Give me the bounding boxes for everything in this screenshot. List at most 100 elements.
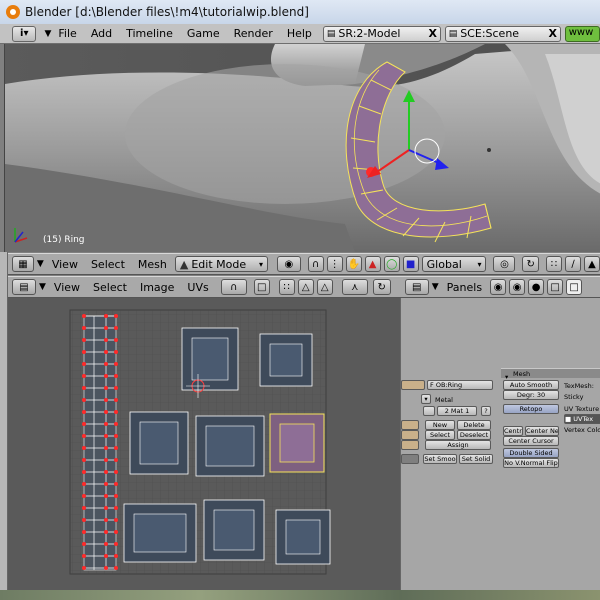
- uv-strip-vertex[interactable]: [82, 494, 86, 498]
- uv-strip-vertex[interactable]: [104, 386, 108, 390]
- shading-mode-icon[interactable]: ◉: [276, 256, 301, 272]
- uv-strip-vertex[interactable]: [114, 326, 118, 330]
- menu-file[interactable]: File: [51, 27, 83, 40]
- uv-strip-vertex[interactable]: [104, 482, 108, 486]
- edge-select-icon[interactable]: ∕: [565, 256, 582, 272]
- orientation-label[interactable]: Global: [427, 258, 462, 271]
- layer-visibility-icon[interactable]: ◎: [493, 256, 516, 272]
- uv-vertex-select-icon[interactable]: ∷: [278, 279, 295, 295]
- translate-icon[interactable]: ▲: [364, 256, 381, 272]
- uv-face-select-icon[interactable]: △: [316, 279, 333, 295]
- menu-game[interactable]: Game: [180, 27, 227, 40]
- uv-strip-vertex[interactable]: [114, 458, 118, 462]
- uv-window-type-icon[interactable]: ▤: [12, 279, 36, 295]
- uv-pivot-icon[interactable]: ∩: [220, 279, 247, 295]
- material-help-button[interactable]: ?: [481, 406, 491, 416]
- uv-strip-vertex[interactable]: [82, 518, 86, 522]
- menu-select[interactable]: Select: [86, 258, 130, 271]
- menu-timeline[interactable]: Timeline: [119, 27, 180, 40]
- manipulator-toggle-icon[interactable]: ⋮: [326, 256, 343, 272]
- uv-strip-vertex[interactable]: [104, 506, 108, 510]
- uv-strip-vertex[interactable]: [82, 446, 86, 450]
- uv-strip-vertex[interactable]: [114, 386, 118, 390]
- degr-field[interactable]: Degr: 30: [503, 390, 559, 400]
- uv-strip-vertex[interactable]: [114, 554, 118, 558]
- menu-help[interactable]: Help: [280, 27, 319, 40]
- scene-browse-icon[interactable]: ▤: [446, 29, 461, 39]
- uv-strip-vertex[interactable]: [104, 326, 108, 330]
- center-cursor-button[interactable]: Center Cursor: [503, 436, 559, 446]
- uv-strip-vertex[interactable]: [82, 386, 86, 390]
- script-context-icon[interactable]: ◉: [509, 279, 526, 295]
- menu-add[interactable]: Add: [84, 27, 119, 40]
- uv-strip-vertex[interactable]: [114, 566, 118, 570]
- window-type-grid-icon[interactable]: ▦: [12, 256, 34, 272]
- uv-strip-vertex[interactable]: [104, 362, 108, 366]
- uv-strip-vertex[interactable]: [82, 470, 86, 474]
- delete-material-button[interactable]: Delete: [457, 420, 491, 430]
- scene-selector[interactable]: ▤ SCE:Scene X: [444, 25, 561, 42]
- menu-mesh[interactable]: Mesh: [133, 258, 172, 271]
- uv-strip-vertex[interactable]: [82, 434, 86, 438]
- uv-texture-button[interactable]: UV Texture: [564, 405, 599, 413]
- new-material-button[interactable]: New: [425, 420, 455, 430]
- uv-sync-icon[interactable]: □: [253, 279, 270, 295]
- stub-button-2[interactable]: [401, 430, 419, 440]
- uv-strip-vertex[interactable]: [114, 362, 118, 366]
- uv-strip-vertex[interactable]: [114, 314, 118, 318]
- screen-browse-icon[interactable]: ▤: [324, 29, 339, 39]
- buttons-window-type-icon[interactable]: ▤: [404, 279, 429, 295]
- uv-strip-vertex[interactable]: [82, 398, 86, 402]
- screen-delete-icon[interactable]: X: [426, 27, 440, 40]
- set-smooth-button[interactable]: Set Smoo: [423, 454, 457, 464]
- uv-strip-vertex[interactable]: [114, 518, 118, 522]
- uv-strip-vertex[interactable]: [82, 326, 86, 330]
- menu-view[interactable]: View: [47, 258, 83, 271]
- centre-button[interactable]: Centre: [503, 426, 523, 436]
- uv-strip-vertex[interactable]: [114, 422, 118, 426]
- uv-strip-vertex[interactable]: [114, 338, 118, 342]
- retopo-button[interactable]: Retopo: [503, 404, 559, 414]
- uv-strip-vertex[interactable]: [104, 542, 108, 546]
- select-material-button[interactable]: Select: [425, 430, 455, 440]
- uv-strip-vertex[interactable]: [104, 434, 108, 438]
- uv-strip-vertex[interactable]: [114, 350, 118, 354]
- buttons-collapse-icon[interactable]: ▼: [432, 282, 439, 292]
- uv-strip-vertex[interactable]: [104, 554, 108, 558]
- mode-selector[interactable]: ▲ Edit Mode ▾: [174, 256, 268, 272]
- uv-strip-vertex[interactable]: [104, 470, 108, 474]
- scale-icon[interactable]: ■: [402, 256, 419, 272]
- uv-sticky-mode-icon[interactable]: ⋏: [341, 279, 368, 295]
- uv-strip-vertex[interactable]: [114, 530, 118, 534]
- material-index-field[interactable]: 2 Mat 1: [437, 406, 477, 416]
- uv-strip-vertex[interactable]: [104, 338, 108, 342]
- uv-strip-vertex[interactable]: [82, 410, 86, 414]
- uv-strip-vertex[interactable]: [82, 422, 86, 426]
- uv-strip-vertex[interactable]: [104, 350, 108, 354]
- uv-strip-vertex[interactable]: [104, 458, 108, 462]
- editing-context-icon[interactable]: □: [566, 279, 583, 295]
- uv-strip-vertex[interactable]: [82, 458, 86, 462]
- uv-proportional-icon[interactable]: ↻: [372, 279, 391, 295]
- scene-delete-icon[interactable]: X: [546, 27, 560, 40]
- uv-strip-vertex[interactable]: [114, 506, 118, 510]
- uv-menu-uvs[interactable]: UVs: [182, 281, 213, 294]
- uv-menu-view[interactable]: View: [49, 281, 85, 294]
- deselect-material-button[interactable]: Deselect: [457, 430, 491, 440]
- uv-strip-vertex[interactable]: [104, 398, 108, 402]
- collapse-menu-icon[interactable]: ▼: [44, 29, 51, 39]
- uv-strip-vertex[interactable]: [104, 314, 108, 318]
- menu-render[interactable]: Render: [227, 27, 280, 40]
- uv-edge-select-icon[interactable]: △: [297, 279, 314, 295]
- uvtex-layer[interactable]: ■ UVTex: [564, 414, 600, 424]
- uv-strip-vertex[interactable]: [82, 314, 86, 318]
- mode-label[interactable]: Edit Mode: [191, 258, 246, 271]
- uv-editor-canvas[interactable]: [8, 298, 400, 590]
- screen-name[interactable]: SR:2-Model: [338, 27, 400, 40]
- rotate-icon[interactable]: ◯: [383, 256, 400, 272]
- uv-menu-select[interactable]: Select: [88, 281, 132, 294]
- uv-strip-vertex[interactable]: [104, 410, 108, 414]
- center-new-button[interactable]: Center Ne: [525, 426, 559, 436]
- uv-strip-vertex[interactable]: [114, 494, 118, 498]
- panels-menu[interactable]: Panels: [442, 281, 487, 294]
